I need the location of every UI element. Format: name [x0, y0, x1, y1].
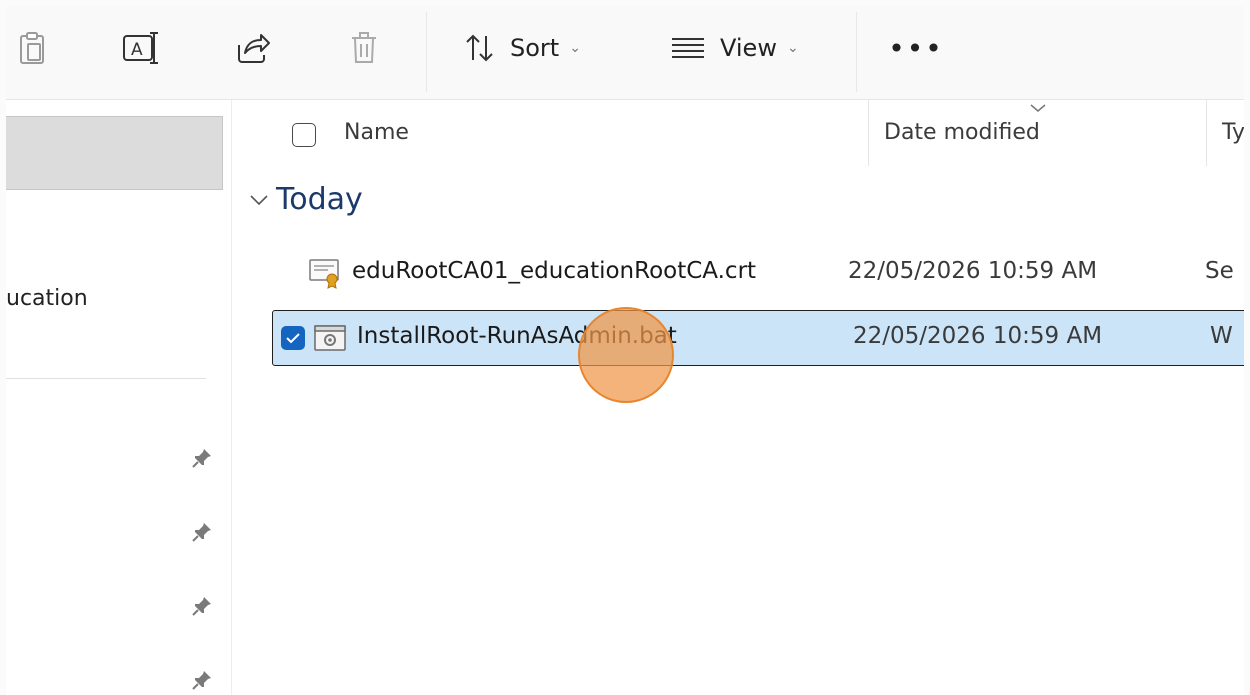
column-header-date-modified[interactable]: Date modified [884, 120, 1040, 145]
rename-button[interactable]: A [116, 28, 166, 68]
file-type: W [1210, 323, 1233, 349]
view-label: View [720, 34, 777, 62]
column-header-name[interactable]: Name [344, 120, 409, 145]
column-header-row: Name Date modified Ty [232, 100, 1244, 168]
rename-icon: A [123, 32, 158, 64]
navigation-pane: ucation [6, 100, 232, 695]
toolbar-separator [856, 12, 857, 92]
view-button[interactable]: View ⌄ [670, 28, 799, 68]
sort-label: Sort [510, 34, 560, 62]
file-type: Se [1205, 258, 1234, 284]
delete-button[interactable] [342, 28, 386, 68]
paste-button[interactable] [10, 28, 54, 68]
pin-icon[interactable] [190, 668, 214, 692]
nav-item-selected[interactable] [6, 116, 223, 190]
view-icon [672, 38, 704, 58]
file-name: eduRootCA01_educationRootCA.crt [352, 258, 757, 284]
file-name: InstallRoot-RunAsAdmin.bat [357, 323, 677, 349]
select-all-checkbox[interactable] [292, 123, 316, 147]
group-label: Today [276, 182, 363, 217]
sort-icon [466, 34, 493, 62]
chevron-down-icon: ⌄ [569, 40, 581, 56]
share-button[interactable] [228, 28, 278, 68]
file-explorer-window: A Sort ⌄ View ⌄ ••• ucation Name Date mo… [6, 6, 1244, 695]
certificate-file-icon [309, 259, 339, 289]
file-date-modified: 22/05/2026 10:59 AM [848, 258, 1098, 284]
nav-item-education[interactable]: ucation [6, 286, 206, 311]
column-separator[interactable] [1206, 100, 1207, 166]
file-list: Name Date modified Ty Today eduRootCA01_… [232, 100, 1244, 695]
toolbar-separator [426, 12, 427, 92]
nav-item-label: ucation [6, 286, 88, 311]
row-checkbox-checked[interactable] [281, 326, 305, 350]
pin-icon[interactable] [190, 520, 214, 544]
chevron-down-icon [250, 194, 268, 205]
chevron-down-icon: ⌄ [786, 40, 799, 56]
paste-icon [20, 32, 44, 64]
more-icon: ••• [888, 31, 944, 65]
column-header-type[interactable]: Ty [1222, 120, 1244, 145]
pin-icon[interactable] [190, 446, 214, 470]
more-options-button[interactable]: ••• [888, 28, 942, 68]
checkmark-icon [286, 333, 300, 344]
command-bar: A Sort ⌄ View ⌄ ••• [6, 6, 1244, 100]
column-separator[interactable] [868, 100, 869, 166]
file-row-selected[interactable]: InstallRoot-RunAsAdmin.bat 22/05/2026 10… [272, 310, 1244, 366]
sort-button[interactable]: Sort ⌄ [464, 28, 581, 68]
pin-icon[interactable] [190, 594, 214, 618]
svg-text:A: A [131, 40, 143, 60]
file-row[interactable]: eduRootCA01_educationRootCA.crt 22/05/20… [268, 246, 1244, 302]
delete-icon [352, 32, 376, 63]
group-header-today[interactable]: Today [248, 182, 363, 217]
batch-file-icon [314, 325, 346, 351]
share-icon [238, 34, 270, 63]
nav-divider [6, 378, 206, 379]
sort-descending-icon [1030, 104, 1046, 112]
file-date-modified: 22/05/2026 10:59 AM [853, 323, 1103, 349]
